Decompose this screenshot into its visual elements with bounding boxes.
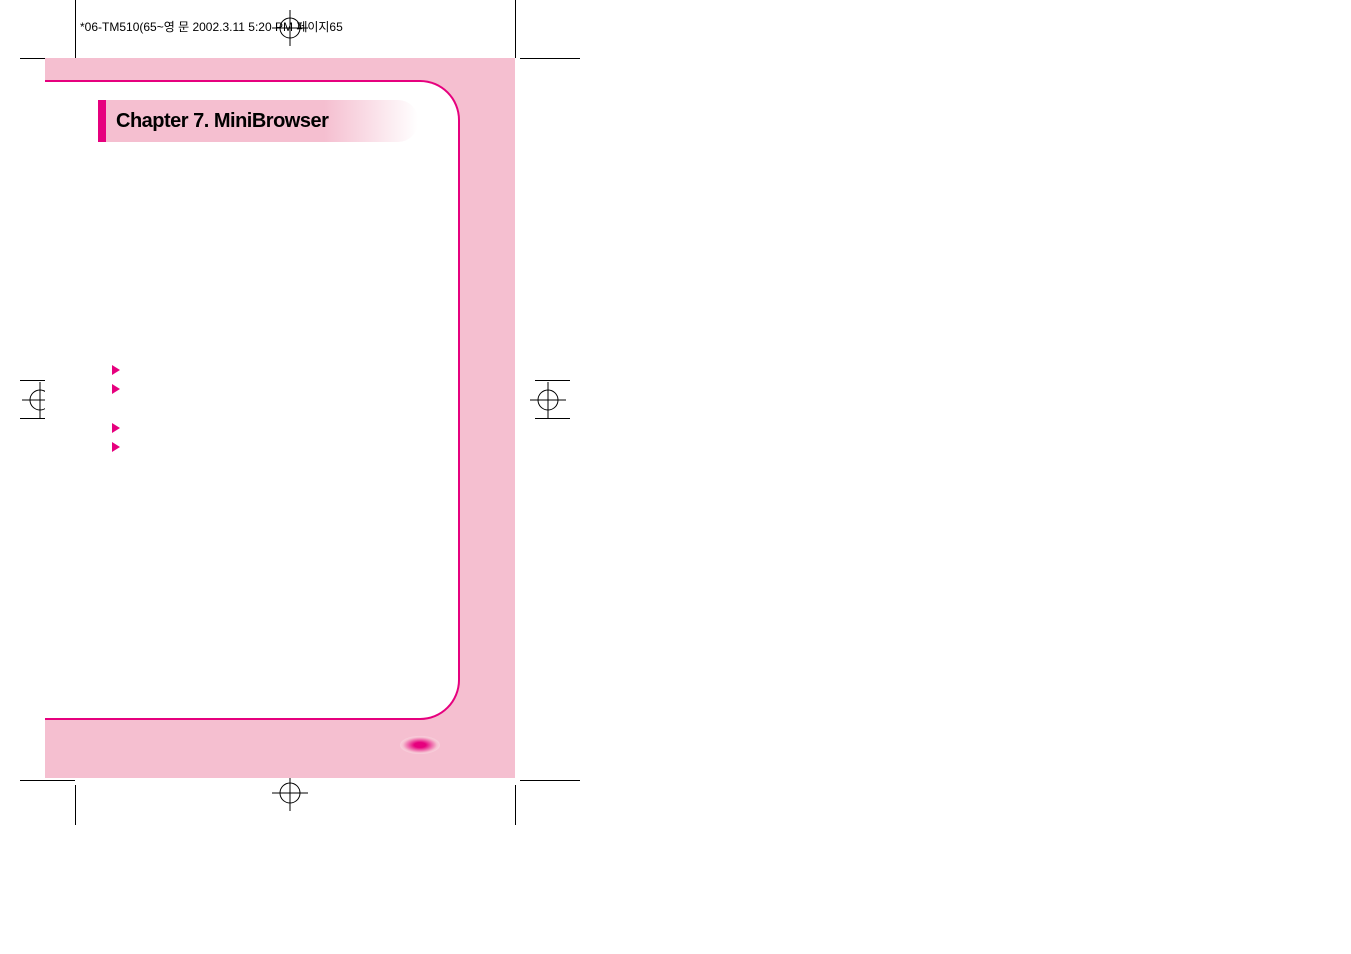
crop-mark [515, 785, 516, 825]
crop-mark [75, 785, 76, 825]
crop-mark [20, 780, 75, 781]
content-panel [45, 80, 460, 720]
triangle-bullet-icon [112, 423, 120, 433]
triangle-bullet-icon [112, 384, 120, 394]
registration-mark-icon [272, 775, 308, 811]
crop-mark [515, 0, 516, 58]
chapter-title: Chapter 7. MiniBrowser [116, 110, 328, 133]
crop-mark [520, 780, 580, 781]
chapter-title-tab: Chapter 7. MiniBrowser [98, 100, 418, 142]
triangle-bullet-icon [112, 365, 120, 375]
document-page: *06-TM510(65~영 문 2002.3.11 5:20 PM 페이지65… [20, 0, 580, 820]
crop-mark [535, 418, 570, 419]
registration-mark-icon [272, 10, 308, 46]
registration-mark-icon [530, 382, 566, 418]
crop-mark [75, 0, 76, 58]
page-indicator-icon [400, 736, 440, 754]
triangle-bullet-icon [112, 442, 120, 452]
crop-mark [520, 58, 580, 59]
bullet-list [112, 365, 120, 461]
crop-mark [535, 380, 570, 381]
